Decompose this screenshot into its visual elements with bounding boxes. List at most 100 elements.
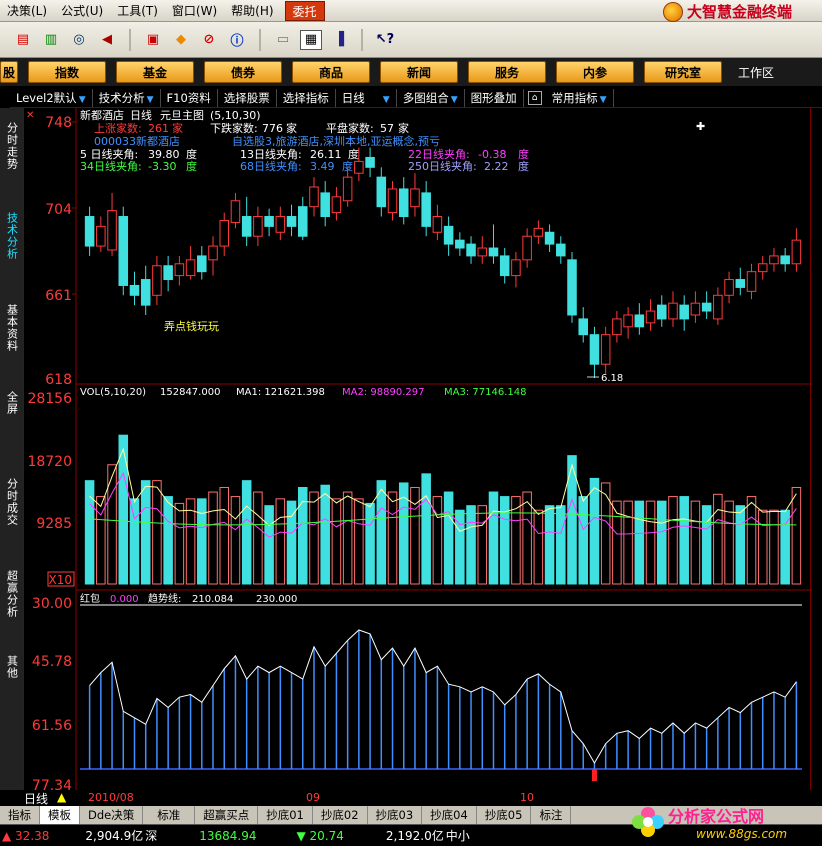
trend-label: 趋势线: [148,592,181,605]
angle-34-value: -3.30 [148,160,176,173]
candle-body [455,239,465,249]
level2-default[interactable]: Level2默认 ▼ [10,88,93,107]
tab-other[interactable]: 其他 [2,648,22,686]
tab-dde[interactable]: Dde决策 [80,806,144,824]
candle-body [421,192,431,227]
volume-bar [342,491,353,585]
nav-index-button[interactable]: 指数 [28,61,106,83]
dropdown-arrow-icon: ▼ [382,94,390,105]
period-select[interactable]: 日线 ▼ [336,88,397,107]
volume-bar [623,500,633,585]
candle-body [544,231,555,245]
volume-bar [791,486,802,585]
price-axis-label: 748 [45,115,72,131]
menu-window[interactable]: 窗口(W) [165,1,224,21]
stock-code: 000033 [94,135,136,148]
volume-bar [387,491,398,585]
tab-fullscreen[interactable]: 全屏 [2,384,22,422]
menu-trade[interactable]: 委托 [284,0,325,21]
angle-5-unit: 度 [186,147,197,161]
dropdown-arrow-icon: ▼ [450,94,458,105]
help-cursor-icon[interactable]: ↖? [374,30,396,50]
candle-body [791,239,802,265]
select-indicator-button[interactable]: 选择指标 [277,88,336,107]
candle-body [241,216,252,237]
tab-bottom05[interactable]: 抄底05 [477,806,532,824]
f10-tab[interactable]: F10资料 [161,88,218,107]
diamond-icon[interactable]: ◆ [170,30,192,50]
tab-bottom02[interactable]: 抄底02 [313,806,368,824]
megaphone-icon[interactable]: ◀ [96,30,118,50]
print-icon[interactable]: ▭ [272,30,294,50]
angle-22-unit: 度 [518,147,529,161]
nav-workspace[interactable]: 工作区 [738,64,774,81]
candle-body [713,294,723,320]
layout-icon[interactable]: ▦ [300,29,322,50]
nav-fund-button[interactable]: 基金 [116,61,194,83]
menu-help[interactable]: 帮助(H) [224,1,280,21]
quote-board-icon[interactable]: ▤ [12,30,34,50]
right-scroll-strip[interactable] [810,108,822,790]
tab-bottom03[interactable]: 抄底03 [368,806,423,824]
nav-stock-button[interactable]: 股 [0,61,18,83]
nav-insider-button[interactable]: 内参 [556,61,634,83]
candle-body [657,304,667,320]
books-icon[interactable]: ▐ [328,30,350,50]
tab-fundamentals[interactable]: 基本资料 [2,294,22,362]
down-count-value: 776 [262,122,283,135]
nav-bond-button[interactable]: 债券 [204,61,282,83]
volume-bar [230,496,241,585]
common-indicators[interactable]: 常用指标 ▼ [546,88,614,107]
tab-annotate[interactable]: 标注 [531,806,572,824]
menu-tools[interactable]: 工具(T) [110,1,165,21]
candle-body [398,188,409,218]
candle-body [107,210,117,251]
tab-technical[interactable]: 技术分析 [2,202,22,270]
tab-indicators[interactable]: 指标 [0,806,40,824]
no-entry-icon[interactable]: ⊘ [198,30,220,50]
tech-analysis-tab[interactable]: 技术分析 ▼ [93,88,161,107]
candle-body [219,219,229,247]
tab-template[interactable]: 模板 [40,806,80,824]
period-indicator[interactable]: 日线 [24,790,48,807]
menu-decision[interactable]: 决策(L) [0,1,54,21]
tab-super-buy[interactable]: 超赢买点 [195,806,259,824]
nav-commodity-button[interactable]: 商品 [292,61,370,83]
volume-bar [197,498,207,585]
binoculars-icon[interactable]: ◎ [68,30,90,50]
tab-bottom01[interactable]: 抄底01 [258,806,313,824]
volume-bar [219,486,229,585]
menu-formula[interactable]: 公式(U) [54,1,110,21]
dropdown-arrow-icon: ▼ [78,94,86,105]
candle-body [174,263,185,277]
info-icon[interactable]: ⓘ [226,30,248,50]
multi-chart-button[interactable]: 多图组合 ▼ [397,88,465,107]
volume-bar [645,500,656,585]
candle-body [387,188,398,214]
volume-bar [690,500,701,585]
candle-body [757,263,768,273]
tab-bottom04[interactable]: 抄底04 [422,806,477,824]
tab-trades[interactable]: 分时成交 [2,468,22,536]
lock-icon[interactable]: ⌂ [527,90,542,105]
bar-chart-icon[interactable]: ▥ [40,30,62,50]
nav-service-button[interactable]: 服务 [468,61,546,83]
volume-bar [769,509,779,585]
chart-close-icon[interactable]: ✕ [26,110,34,121]
volume-bar [140,480,151,585]
volume-series [84,434,802,585]
nav-news-button[interactable]: 新闻 [380,61,458,83]
tab-standard[interactable]: 标准 [143,806,196,824]
candle-body [230,200,241,223]
tab-intraday[interactable]: 分时走势 [2,112,22,180]
date-label: 09 [306,791,320,804]
chart-toolbar: Level2默认 ▼ 技术分析 ▼ F10资料 选择股票 选择指标 日线 ▼ 多图组合… [10,88,822,108]
nav-research-button[interactable]: 研究室 [644,61,722,83]
news-icon[interactable]: ▣ [142,30,164,50]
chart-area[interactable]: 748 704 661 618 新都酒店 日线 元旦主图 (5,10,30) 上… [24,108,812,794]
select-stock-button[interactable]: 选择股票 [218,88,277,107]
candle-body [286,216,297,227]
overlay-button[interactable]: 图形叠加 [465,88,524,107]
tab-super-analysis[interactable]: 超赢分析 [2,560,22,628]
candle-body [208,245,218,261]
